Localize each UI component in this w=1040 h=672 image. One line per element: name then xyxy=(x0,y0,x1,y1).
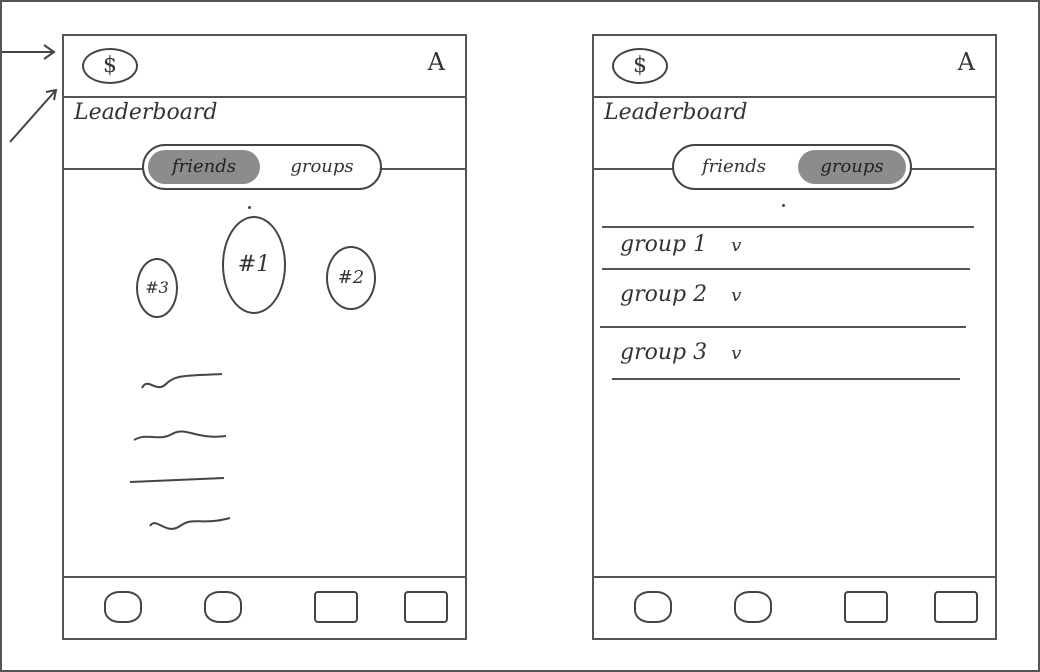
nav-tab-three-icon[interactable] xyxy=(314,591,358,623)
list-divider xyxy=(600,326,966,328)
rank-first[interactable]: #1 xyxy=(222,216,286,314)
list-divider xyxy=(602,226,974,228)
dollar-icon[interactable]: $ xyxy=(82,48,138,84)
tab-groups[interactable]: groups xyxy=(798,150,906,184)
list-item-group-1[interactable]: group 1 v xyxy=(620,232,900,257)
tab-groups[interactable]: groups xyxy=(268,150,376,184)
segmented-control: friends groups xyxy=(672,144,912,190)
profile-icon[interactable]: A xyxy=(958,48,975,76)
dot-mark xyxy=(782,204,785,207)
group-label: group 3 xyxy=(620,340,708,365)
page-title: Leaderboard xyxy=(74,100,218,125)
footer-divider xyxy=(594,576,995,578)
header-divider xyxy=(594,96,995,98)
group-label: group 2 xyxy=(620,282,708,307)
nav-tab-four-icon[interactable] xyxy=(934,591,978,623)
nav-home-icon[interactable] xyxy=(634,591,672,623)
phone-friends-screen: $ A Leaderboard friends groups #3 #1 #2 xyxy=(62,34,467,640)
profile-icon[interactable]: A xyxy=(428,48,445,76)
list-divider xyxy=(602,268,970,270)
placeholder-list-scribbles xyxy=(129,373,231,530)
nav-leaderboard-icon[interactable] xyxy=(204,591,242,623)
sketch-frame: $ A Leaderboard friends groups #3 #1 #2 … xyxy=(0,0,1040,672)
chevron-down-icon[interactable]: v xyxy=(731,285,741,306)
nav-home-icon[interactable] xyxy=(104,591,142,623)
list-item-group-2[interactable]: group 2 v xyxy=(620,282,900,307)
dot-mark xyxy=(248,206,251,209)
list-divider xyxy=(612,378,960,380)
nav-tab-four-icon[interactable] xyxy=(404,591,448,623)
footer-divider xyxy=(64,576,465,578)
group-label: group 1 xyxy=(620,232,708,257)
page-title: Leaderboard xyxy=(604,100,748,125)
list-item-group-3[interactable]: group 3 v xyxy=(620,340,900,365)
phone-groups-screen: $ A Leaderboard friends groups group 1v … xyxy=(592,34,997,640)
chevron-down-icon[interactable]: v xyxy=(731,235,741,256)
tab-friends[interactable]: friends xyxy=(678,150,790,184)
rank-second[interactable]: #2 xyxy=(326,246,376,310)
header-divider xyxy=(64,96,465,98)
segmented-control: friends groups xyxy=(142,144,382,190)
chevron-down-icon[interactable]: v xyxy=(731,343,741,364)
tab-friends[interactable]: friends xyxy=(148,150,260,184)
rank-third[interactable]: #3 xyxy=(136,258,178,318)
nav-leaderboard-icon[interactable] xyxy=(734,591,772,623)
dollar-icon[interactable]: $ xyxy=(612,48,668,84)
nav-tab-three-icon[interactable] xyxy=(844,591,888,623)
